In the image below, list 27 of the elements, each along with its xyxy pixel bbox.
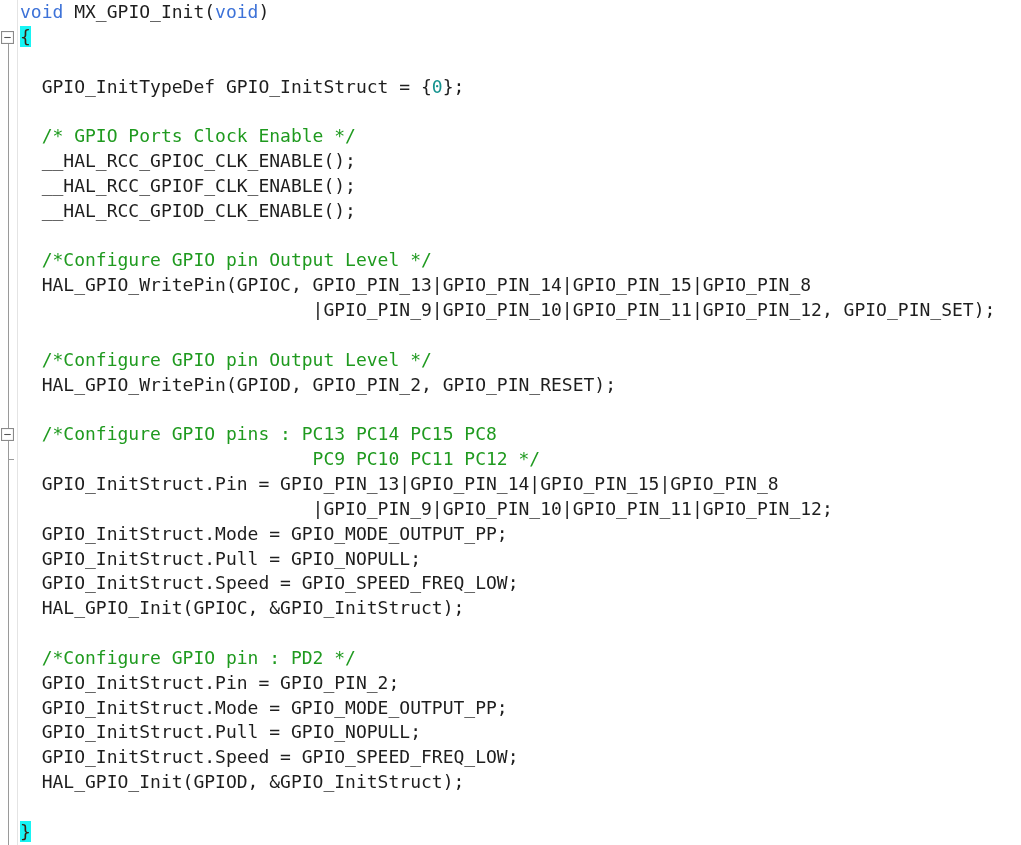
code-line: HAL_GPIO_WritePin(GPIOD, GPIO_PIN_2, GPIO_PIN_RESET); (40, 372, 617, 397)
code-line: GPIO_InitStruct.Pin = GPIO_PIN_2; (40, 670, 400, 695)
collapse-icon[interactable] (1, 30, 14, 44)
code-line: HAL_GPIO_Init(GPIOD, &GPIO_InitStruct); (40, 770, 465, 795)
collapse-icon[interactable] (1, 428, 14, 442)
code-line: GPIO_InitStruct.Pull = GPIO_NOPULL; (40, 720, 421, 745)
code-line: PC9 PC10 PC11 PC12 */ (311, 447, 541, 472)
code-line: GPIO_InitStruct.Mode = GPIO_MODE_OUTPUT_PP; (40, 695, 508, 720)
code-line: __HAL_RCC_GPIOC_CLK_ENABLE(); (40, 149, 356, 174)
code-line: GPIO_InitStruct.Pin = GPIO_PIN_13|GPIO_PIN_14|GPIO_PIN_15|GPIO_PIN_8 (40, 472, 779, 497)
code-line: GPIO_InitTypeDef GPIO_InitStruct = {0}; (40, 74, 465, 99)
code-line: |GPIO_PIN_9|GPIO_PIN_10|GPIO_PIN_11|GPIO_PIN_12, GPIO_PIN_SET); (311, 298, 996, 323)
code-line: /*Configure GPIO pin Output Level */ (40, 248, 432, 273)
code-line: /*Configure GPIO pin : PD2 */ (40, 645, 356, 670)
code-line: /*Configure GPIO pin Output Level */ (40, 347, 432, 372)
code-line: __HAL_RCC_GPIOF_CLK_ENABLE(); (40, 173, 356, 198)
code-line: GPIO_InitStruct.Speed = GPIO_SPEED_FREQ_LOW; (40, 571, 519, 596)
code-line: /* GPIO Ports Clock Enable */ (40, 124, 356, 149)
code-line: GPIO_InitStruct.Pull = GPIO_NOPULL; (40, 546, 421, 571)
code-line: /*Configure GPIO pins : PC13 PC14 PC15 PC8 (40, 422, 497, 447)
code-line: HAL_GPIO_WritePin(GPIOC, GPIO_PIN_13|GPIO_PIN_14|GPIO_PIN_15|GPIO_PIN_8 (40, 273, 812, 298)
code-line: __HAL_RCC_GPIOD_CLK_ENABLE(); (40, 198, 356, 223)
code-line: GPIO_InitStruct.Speed = GPIO_SPEED_FREQ_LOW; (40, 745, 519, 770)
code-line: |GPIO_PIN_9|GPIO_PIN_10|GPIO_PIN_11|GPIO_PIN_12; (311, 496, 833, 521)
code-line: GPIO_InitStruct.Mode = GPIO_MODE_OUTPUT_PP; (40, 521, 508, 546)
code-line: HAL_GPIO_Init(GPIOC, &GPIO_InitStruct); (40, 596, 465, 621)
code-line: void MX_GPIO_Init(void) (19, 0, 270, 24)
